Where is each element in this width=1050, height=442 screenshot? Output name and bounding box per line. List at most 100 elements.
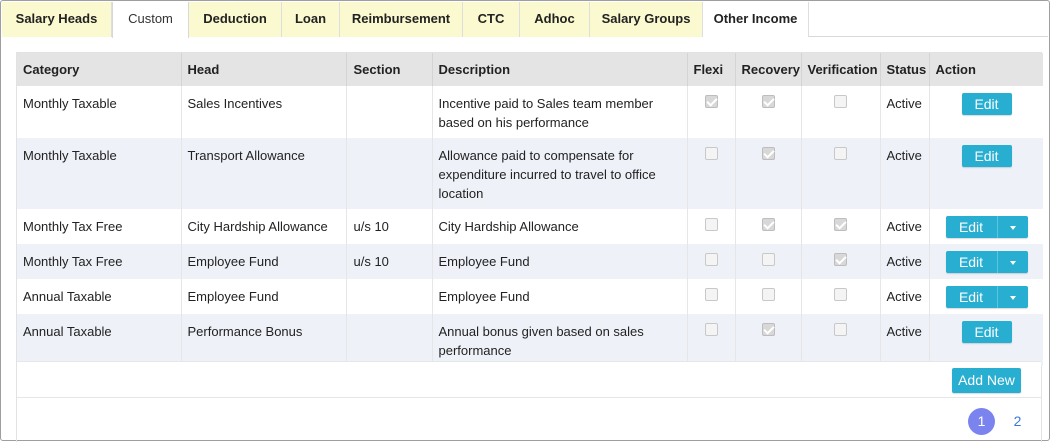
cell-verification [801,314,881,366]
col-header-status[interactable]: Status [880,53,930,86]
cell-action: Edit [929,86,1043,138]
cell-flexi [687,244,736,279]
cell-category: Annual Taxable [17,279,182,314]
cell-description: Employee Fund [432,279,688,314]
recovery-checkbox[interactable] [761,288,775,301]
flexi-checkbox[interactable] [704,218,718,231]
cell-recovery [735,314,802,366]
recovery-checkbox[interactable] [761,95,775,108]
cell-section [346,138,433,209]
col-header-flexi[interactable]: Flexi [687,53,736,86]
cell-flexi [687,209,736,244]
tab-deduction[interactable]: Deduction [189,2,282,37]
cell-head: Employee Fund [181,279,347,314]
verification-checkbox[interactable] [834,218,847,231]
cell-section [346,314,433,366]
add-new-button[interactable]: Add New [952,368,1021,393]
col-header-head[interactable]: Head [181,53,347,86]
page-2-button[interactable]: 2 [1004,408,1031,435]
flexi-checkbox[interactable] [704,253,718,266]
chevron-down-icon[interactable] [997,251,1028,273]
chevron-down-icon[interactable] [997,216,1028,238]
cell-description: Incentive paid to Sales team member base… [432,86,688,138]
table-footer: Add New [17,361,1041,398]
cell-section: u/s 10 [346,244,433,279]
tab-adhoc[interactable]: Adhoc [520,2,590,37]
cell-verification [801,244,881,279]
tab-salary-groups[interactable]: Salary Groups [590,2,703,37]
cell-recovery [735,244,802,279]
tab-bar: Salary Heads Custom Deduction Loan Reimburse… [2,2,1048,38]
verification-checkbox[interactable] [834,323,847,336]
custom-heads-table: Category Head Section Description Flexi … [17,53,1043,366]
cell-verification [801,138,881,209]
flexi-checkbox[interactable] [704,323,718,336]
cell-verification [801,209,881,244]
chevron-down-icon[interactable] [997,286,1028,308]
cell-verification [801,86,881,138]
table-row: Annual Taxable Performance Bonus Annual … [17,314,1043,366]
cell-recovery [735,138,802,209]
edit-button[interactable]: Edit [961,321,1012,343]
tab-loan[interactable]: Loan [282,2,340,37]
page-1-button[interactable]: 1 [968,408,995,435]
pagination: 12 [959,408,1031,435]
verification-checkbox[interactable] [834,95,847,108]
col-header-section[interactable]: Section [346,53,433,86]
cell-status: Active [880,244,930,279]
cell-head: City Hardship Allowance [181,209,347,244]
cell-flexi [687,314,736,366]
tab-ctc[interactable]: CTC [463,2,520,37]
verification-checkbox[interactable] [834,288,847,301]
cell-section: u/s 10 [346,209,433,244]
recovery-checkbox[interactable] [761,218,775,231]
verification-checkbox[interactable] [834,253,847,266]
table-row: Monthly Tax Free City Hardship Allowance… [17,209,1043,244]
table-row: Annual Taxable Employee Fund Employee Fu… [17,279,1043,314]
tab-other-income[interactable]: Other Income [703,2,809,37]
cell-section [346,279,433,314]
cell-action: Edit [929,279,1043,314]
cell-description: City Hardship Allowance [432,209,688,244]
edit-split-button: Edit [945,251,1028,273]
cell-description: Allowance paid to compensate for expendi… [432,138,688,209]
edit-button[interactable]: Edit [961,145,1012,167]
cell-flexi [687,279,736,314]
edit-button[interactable]: Edit [945,216,998,238]
edit-button[interactable]: Edit [961,93,1012,115]
cell-status: Active [880,138,930,209]
cell-action: Edit [929,138,1043,209]
edit-button[interactable]: Edit [945,251,998,273]
tab-reimbursement[interactable]: Reimbursement [340,2,463,37]
table-body: Monthly Taxable Sales Incentives Incenti… [17,86,1043,366]
cell-section [346,86,433,138]
edit-split-button: Edit [945,216,1028,238]
flexi-checkbox[interactable] [704,147,718,160]
cell-flexi [687,138,736,209]
flexi-checkbox[interactable] [704,95,718,108]
cell-category: Monthly Tax Free [17,244,182,279]
cell-description: Annual bonus given based on sales perfor… [432,314,688,366]
table-row: Monthly Tax Free Employee Fund u/s 10 Em… [17,244,1043,279]
table-row: Monthly Taxable Transport Allowance Allo… [17,138,1043,209]
col-header-description[interactable]: Description [432,53,688,86]
cell-action: Edit [929,209,1043,244]
recovery-checkbox[interactable] [761,147,775,160]
cell-head: Sales Incentives [181,86,347,138]
col-header-verification[interactable]: Verification [801,53,881,86]
verification-checkbox[interactable] [834,147,847,160]
table-header-row: Category Head Section Description Flexi … [17,53,1043,86]
cell-head: Performance Bonus [181,314,347,366]
tab-salary-heads[interactable]: Salary Heads [2,2,112,37]
col-header-recovery[interactable]: Recovery [735,53,802,86]
recovery-checkbox[interactable] [761,253,775,266]
edit-button[interactable]: Edit [945,286,998,308]
cell-recovery [735,86,802,138]
tab-custom[interactable]: Custom [112,2,189,38]
cell-recovery [735,209,802,244]
col-header-category[interactable]: Category [17,53,182,86]
cell-verification [801,279,881,314]
cell-status: Active [880,86,930,138]
recovery-checkbox[interactable] [761,323,775,336]
flexi-checkbox[interactable] [704,288,718,301]
